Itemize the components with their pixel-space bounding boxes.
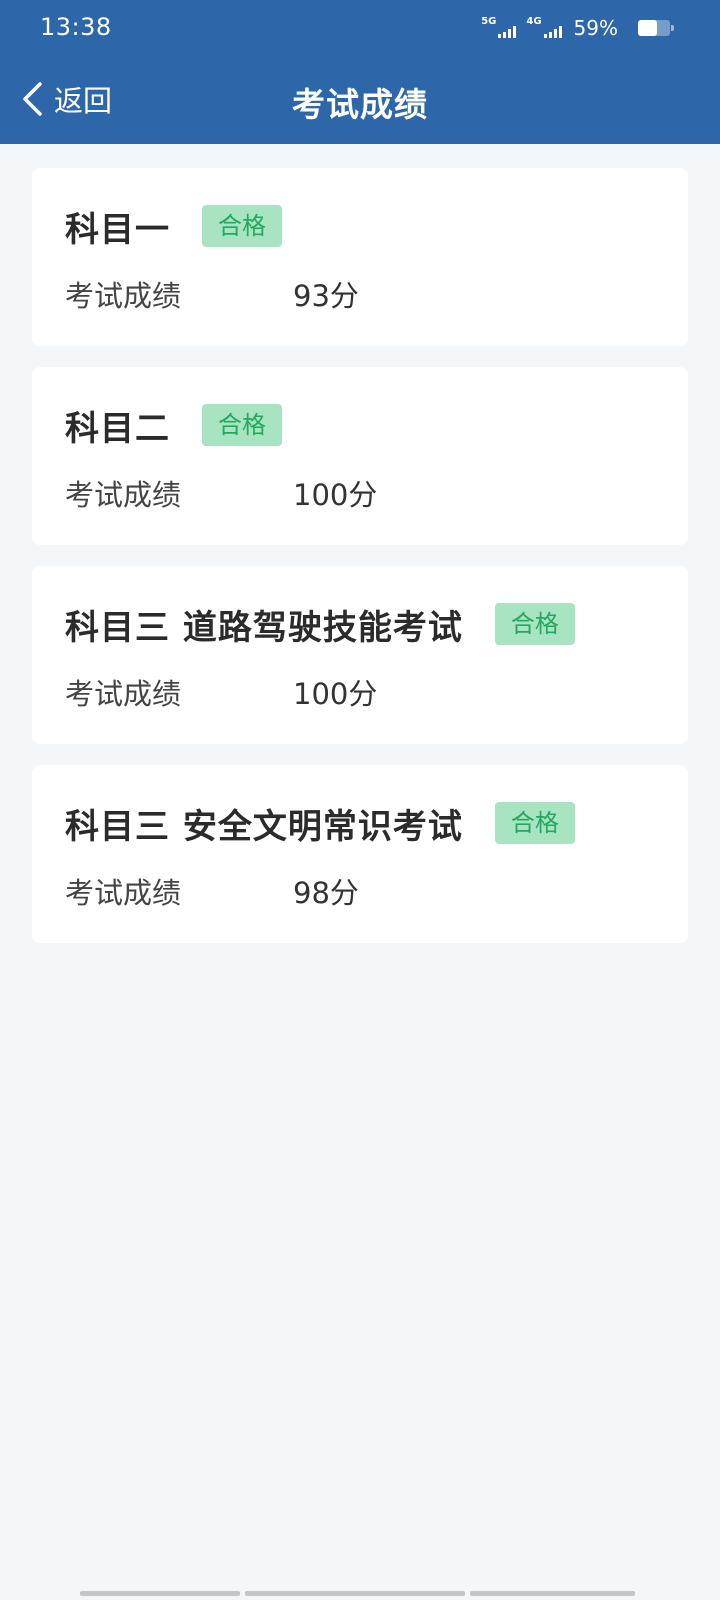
status-icons: 5G 4G 59%: [481, 15, 674, 41]
battery-icon: [638, 20, 674, 36]
gesture-navigation-bar[interactable]: [80, 1591, 640, 1596]
score-label: 考试成绩: [65, 876, 182, 910]
battery-fill: [638, 20, 657, 36]
score-value: 100分: [293, 677, 378, 711]
score-value: 93分: [293, 279, 359, 313]
exam-card-subject-3-driving[interactable]: 科目三 道路驾驶技能考试 合格 考试成绩 100分: [32, 566, 688, 744]
nav-bar: 返回 考试成绩: [0, 60, 720, 144]
pass-status-badge: 合格: [202, 205, 282, 247]
score-label: 考试成绩: [65, 478, 182, 512]
signal-5g-label: 5G: [481, 16, 497, 27]
exam-card-subject-2[interactable]: 科目二 合格 考试成绩 100分: [32, 367, 688, 545]
score-label: 考试成绩: [65, 279, 182, 313]
exam-result-list: 科目一 合格 考试成绩 93分 科目二 合格 考试成绩 100分 科目三 道路驾…: [32, 168, 688, 964]
exam-card-subject-1[interactable]: 科目一 合格 考试成绩 93分: [32, 168, 688, 346]
score-value: 100分: [293, 478, 378, 512]
exam-title: 科目三 安全文明常识考试: [65, 806, 463, 847]
signal-5g-icon: 5G: [481, 16, 517, 40]
pass-status-badge: 合格: [494, 603, 575, 645]
signal-4g-label: 4G: [526, 16, 542, 27]
battery-percent: 59%: [573, 16, 618, 40]
status-bar: 13:38 5G 4G 59%: [0, 0, 720, 56]
app-header: 13:38 5G 4G 59% 返回 考试成绩: [0, 0, 720, 144]
pass-status-badge: 合格: [494, 802, 575, 844]
page-title: 考试成绩: [292, 85, 428, 124]
exam-title: 科目二: [65, 408, 170, 449]
score-value: 98分: [293, 876, 359, 910]
pass-status-badge: 合格: [202, 404, 282, 446]
exam-title: 科目一: [65, 209, 170, 250]
exam-title: 科目三 道路驾驶技能考试: [65, 607, 463, 648]
status-time: 13:38: [40, 13, 112, 41]
exam-card-subject-3-safety[interactable]: 科目三 安全文明常识考试 合格 考试成绩 98分: [32, 765, 688, 943]
signal-4g-icon: 4G: [526, 16, 562, 40]
score-label: 考试成绩: [65, 677, 182, 711]
